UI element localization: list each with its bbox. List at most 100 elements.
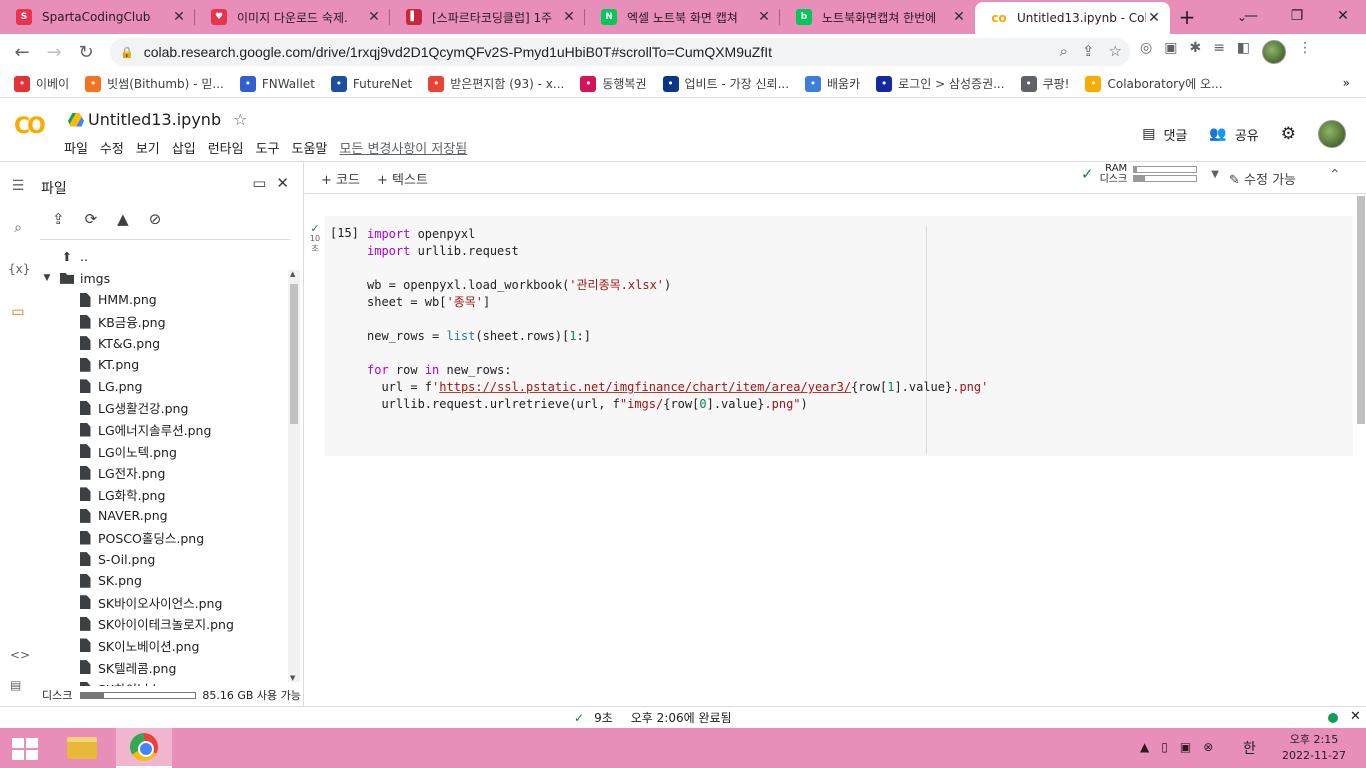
parent-dir-row[interactable]: ⬆ .. [36, 246, 286, 268]
browser-tab[interactable]: N 엑셀 노트북 화면 캡쳐 ✕ [585, 0, 780, 34]
collapse-header-icon[interactable]: ⌃ [1329, 167, 1341, 183]
hide-files-icon[interactable]: ⊘ [149, 210, 162, 228]
ime-indicator[interactable]: 한 [1243, 738, 1256, 758]
close-panel-icon[interactable]: ✕ [276, 174, 289, 192]
menu-insert[interactable]: 삽입 [172, 138, 196, 157]
drive-icon[interactable] [68, 112, 84, 127]
extension-icon-2[interactable]: ▣ [1164, 40, 1177, 64]
files-folder-icon[interactable]: ▭ [8, 304, 28, 320]
refresh-folder-icon[interactable]: ⟳ [85, 210, 98, 228]
file-row[interactable]: SK바이오사이언스.png [36, 592, 286, 614]
command-palette-icon[interactable]: ▤ [10, 678, 21, 692]
browser-menu-icon[interactable]: ⋮ [1298, 40, 1312, 64]
battery-icon[interactable]: ▯ [1161, 740, 1168, 754]
network-disconnected-icon[interactable]: ▣ [1180, 740, 1191, 754]
volume-muted-icon[interactable]: ⊗ [1203, 740, 1213, 754]
notebook-title[interactable]: Untitled13.ipynb [88, 110, 221, 129]
file-row[interactable]: NAVER.png [36, 505, 286, 527]
table-of-contents-icon[interactable]: ☰ [8, 178, 28, 194]
address-bar[interactable]: 🔒 colab.research.google.com/drive/1rxqj9… [110, 38, 1130, 66]
code-snippets-icon[interactable]: <> [10, 648, 30, 662]
file-row[interactable]: LG화학.png [36, 484, 286, 506]
scroll-up-icon[interactable]: ▲ [290, 270, 295, 278]
file-explorer-icon[interactable] [60, 728, 104, 768]
taskbar-clock[interactable]: 오후 2:15 2022-11-27 [1278, 732, 1350, 764]
profile-avatar[interactable] [1262, 40, 1287, 64]
edit-mode-button[interactable]: ✎ 수정 가능 [1229, 169, 1296, 188]
bookmark-item[interactable]: • FutureNet [330, 75, 412, 92]
close-tab-icon[interactable]: ✕ [1146, 10, 1162, 26]
file-row[interactable]: KB금융.png [36, 311, 286, 333]
menu-runtime[interactable]: 런타임 [208, 138, 244, 157]
file-row[interactable]: LG이노텍.png [36, 440, 286, 462]
side-panel-icon[interactable]: ◧ [1237, 40, 1250, 64]
share-page-icon[interactable]: ⇪ [1082, 42, 1095, 60]
add-code-button[interactable]: + 코드 [321, 169, 360, 188]
extension-icon-1[interactable]: ◎ [1140, 40, 1152, 64]
comment-button[interactable]: ▤ 댓글 [1142, 125, 1187, 144]
minimize-icon[interactable]: — [1228, 0, 1274, 34]
star-icon[interactable]: ☆ [233, 110, 247, 129]
resource-monitor[interactable]: ✓ RAM 디스크 ▼ [1081, 163, 1219, 185]
chrome-taskbar-icon[interactable] [116, 728, 172, 768]
forward-icon[interactable]: → [38, 42, 70, 63]
menu-view[interactable]: 보기 [136, 138, 160, 157]
bookmark-item[interactable]: • 업비트 - 가장 신뢰... [662, 75, 789, 92]
cell-status[interactable]: ✓ 10 초 [306, 223, 324, 254]
file-row[interactable]: LG전자.png [36, 462, 286, 484]
new-tab-button[interactable]: + [1170, 0, 1204, 34]
close-tab-icon[interactable]: ✕ [756, 9, 772, 25]
scrollbar-thumb[interactable] [290, 284, 298, 424]
close-tab-icon[interactable]: ✕ [171, 9, 187, 25]
close-status-icon[interactable]: ✕ [1350, 709, 1361, 724]
saved-status[interactable]: 모든 변경사항이 저장됨 [339, 138, 467, 157]
colab-logo[interactable]: CO [14, 114, 46, 139]
bookmark-item[interactable]: • FNWallet [239, 75, 315, 92]
close-tab-icon[interactable]: ✕ [561, 9, 577, 25]
bookmark-item[interactable]: • 로그인 > 삼성증권... [876, 75, 1005, 92]
extensions-puzzle-icon[interactable]: ✱ [1189, 40, 1201, 64]
reload-icon[interactable]: ↻ [70, 42, 102, 63]
restore-icon[interactable]: ❐ [1274, 0, 1320, 34]
browser-tab[interactable]: ▌ [스파르타코딩클럽] 1주 ✕ [390, 0, 585, 34]
file-row[interactable]: KT&G.png [36, 332, 286, 354]
search-icon[interactable]: ⌕ [8, 220, 28, 236]
bookmark-item[interactable]: • Colaboratory에 오... [1085, 75, 1223, 92]
bookmark-item[interactable]: • 쿠팡! [1020, 75, 1069, 92]
add-text-button[interactable]: + 텍스트 [377, 169, 428, 188]
caret-down-icon[interactable]: ▼ [40, 271, 54, 285]
bookmark-item[interactable]: • 이베이 [14, 75, 69, 92]
bookmarks-overflow-icon[interactable]: » [1343, 76, 1350, 90]
file-row[interactable]: SK하이닉스.png [36, 678, 286, 686]
tray-expand-icon[interactable]: ▲ [1140, 740, 1149, 754]
open-in-tab-icon[interactable]: ▭ [252, 174, 266, 192]
browser-tab[interactable]: ♥ 이미지 다운로드 숙제. ✕ [195, 0, 390, 34]
file-row[interactable]: POSCO홀딩스.png [36, 527, 286, 549]
url-text[interactable]: colab.research.google.com/drive/1rxqj9vd… [144, 44, 772, 60]
windows-start-icon[interactable] [12, 738, 38, 760]
menu-help[interactable]: 도움말 [292, 138, 328, 157]
file-row[interactable]: SK아이이테크놀로지.png [36, 613, 286, 635]
file-row[interactable]: SK.png [36, 570, 286, 592]
media-queue-icon[interactable]: ≡ [1213, 40, 1225, 64]
bookmark-star-icon[interactable]: ☆ [1109, 42, 1122, 60]
notebook-scroll-thumb[interactable] [1357, 196, 1365, 424]
account-avatar[interactable] [1318, 120, 1346, 148]
runtime-dropdown-icon[interactable]: ▼ [1211, 169, 1219, 180]
file-row[interactable]: S-Oil.png [36, 548, 286, 570]
lock-icon[interactable]: 🔒 [120, 46, 134, 59]
variables-icon[interactable]: {x} [8, 262, 30, 276]
execution-status[interactable]: ✓ 9초 오후 2:06에 완료됨 [574, 709, 732, 726]
browser-tab[interactable]: b 노트북화면캡쳐 한번에 ✕ [780, 0, 975, 34]
bookmark-item[interactable]: • 동행복권 [580, 75, 647, 92]
folder-row-imgs[interactable]: ▼ imgs [36, 268, 286, 290]
file-panel-scrollbar[interactable]: ▲ ▼ [288, 270, 300, 682]
back-icon[interactable]: ← [6, 42, 38, 63]
zoom-icon[interactable]: ⌕ [1060, 42, 1068, 60]
browser-tab[interactable]: S SpartaCodingClub ✕ [0, 0, 195, 34]
close-tab-icon[interactable]: ✕ [951, 9, 967, 25]
menu-edit[interactable]: 수정 [100, 138, 124, 157]
close-tab-icon[interactable]: ✕ [366, 9, 382, 25]
settings-gear-icon[interactable]: ⚙ [1281, 124, 1296, 144]
file-row[interactable]: SK텔레콤.png [36, 656, 286, 678]
